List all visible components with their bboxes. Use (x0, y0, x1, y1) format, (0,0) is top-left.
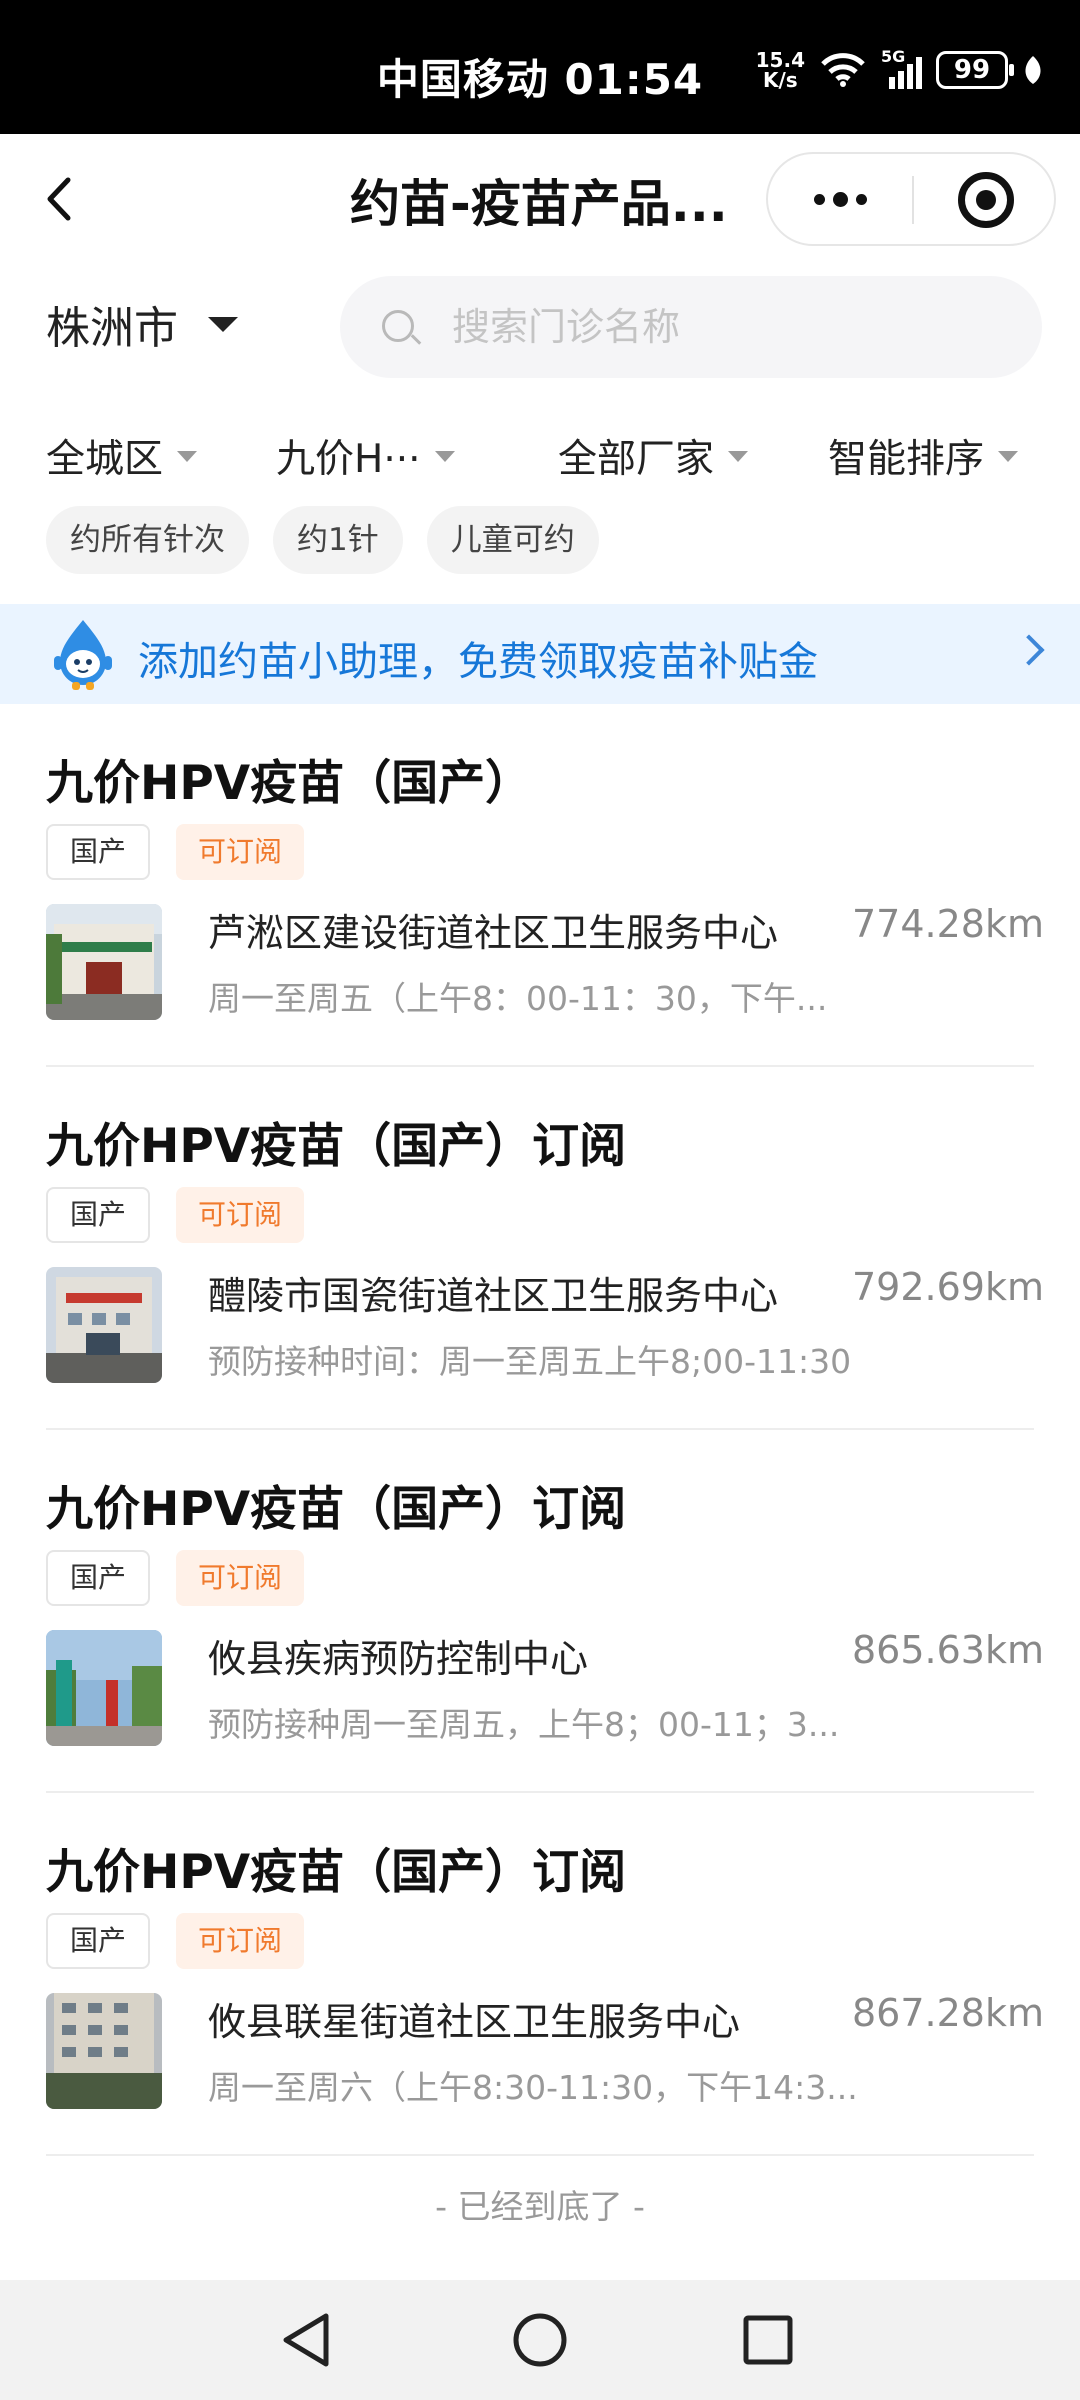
clinic-distance: 867.28km (852, 1991, 1044, 2035)
tag-domestic: 国产 (46, 1913, 151, 1969)
assistant-banner[interactable]: 添加约苗小助理，免费领取疫苗补贴金 (0, 604, 1080, 704)
clinic-name: 攸县联星街道社区卫生服务中心 (208, 2000, 741, 2044)
clinic-distance: 792.69km (852, 1265, 1044, 1309)
clinic-photo (46, 904, 162, 1020)
mascot-icon (54, 620, 112, 690)
filter-bar: 全城区 九价H··· 全部厂家 智能排序 (0, 428, 1080, 488)
status-bar: 中国移动 01:54 15.4 K/s 5G 99 (0, 0, 1080, 134)
chip-children[interactable]: 儿童可约 (426, 506, 599, 574)
clinic-distance: 774.28km (852, 902, 1044, 946)
caret-down-icon (434, 450, 455, 462)
caret-down-icon (998, 450, 1019, 462)
vaccine-title: 九价HPV疫苗（国产） (46, 756, 533, 811)
leaf-icon (1025, 56, 1041, 84)
vaccine-title: 九价HPV疫苗（国产）订阅 (46, 1845, 627, 1900)
filter-label: 全城区 (46, 437, 164, 482)
tag-subscribable: 可订阅 (176, 824, 305, 880)
tag-subscribable: 可订阅 (176, 1913, 305, 1969)
clinic-distance: 865.63km (852, 1628, 1044, 1672)
filter-vaccine[interactable]: 九价H··· (276, 428, 455, 484)
network-type: 5G (881, 47, 906, 66)
capsule-divider (912, 176, 914, 224)
filter-label: 智能排序 (828, 437, 985, 482)
more-icon (813, 193, 825, 205)
clinic-photo (46, 1630, 162, 1746)
page-title: 约苗-疫苗产品... (350, 175, 728, 233)
vaccine-title: 九价HPV疫苗（国产）订阅 (46, 1482, 627, 1537)
end-of-list-text: - 已经到底了 - (435, 2187, 645, 2226)
status-icons: 15.4 K/s 5G 99 (756, 47, 1044, 90)
net-speed-value: 15.4 (755, 48, 805, 72)
clinic-name: 攸县疾病预防控制中心 (208, 1637, 589, 1681)
page: 中国移动 01:54 15.4 K/s 5G 99 约苗-疫苗产品... 株洲市… (0, 0, 1080, 2400)
quick-filter-chips: 约所有针次 约1针 儿童可约 (46, 506, 599, 574)
signal-icon: 5G (881, 47, 922, 89)
more-button[interactable] (768, 154, 912, 244)
back-triangle-icon[interactable] (272, 2304, 344, 2376)
divider (46, 2154, 1034, 2156)
search-icon (382, 310, 414, 342)
clinic-name: 芦淞区建设街道社区卫生服务中心 (208, 911, 779, 955)
filter-manufacturer[interactable]: 全部厂家 (558, 428, 749, 484)
tag-domestic: 国产 (46, 824, 151, 880)
city-selector[interactable]: 株洲市 (46, 292, 238, 356)
search-input[interactable] (452, 300, 1012, 354)
back-button[interactable] (36, 174, 86, 224)
vaccine-card[interactable]: 九价HPV疫苗（国产）订阅 国产 可订阅 攸县疾病预防控制中心 865.63km… (0, 1430, 1080, 1793)
vaccine-title: 九价HPV疫苗（国产）订阅 (46, 1119, 627, 1174)
tag-domestic: 国产 (46, 1550, 151, 1606)
vaccine-card[interactable]: 九价HPV疫苗（国产）订阅 国产 可订阅 醴陵市国瓷街道社区卫生服务中心 792… (0, 1067, 1080, 1430)
city-label: 株洲市 (46, 303, 178, 354)
banner-text: 添加约苗小助理，免费领取疫苗补贴金 (138, 639, 818, 685)
chevron-right-icon (1013, 634, 1045, 666)
tag-subscribable: 可订阅 (176, 1550, 305, 1606)
clinic-photo (46, 1267, 162, 1383)
recents-square-icon[interactable] (732, 2304, 804, 2376)
search-box[interactable] (340, 276, 1042, 378)
clinic-photo (46, 1993, 162, 2109)
vaccine-card[interactable]: 九价HPV疫苗（国产）订阅 国产 可订阅 攸县联星街道社区卫生服务中心 867.… (0, 1793, 1080, 2156)
battery-icon: 99 (936, 51, 1014, 89)
chip-one-dose[interactable]: 约1针 (273, 506, 403, 574)
caret-down-icon (728, 450, 749, 462)
tag-domestic: 国产 (46, 1187, 151, 1243)
clinic-hours: 周一至周五（上午8：00-11：30，下午... (208, 979, 828, 1018)
chip-all-doses[interactable]: 约所有针次 (46, 506, 249, 574)
clinic-hours: 周一至周六（上午8:30-11:30，下午14:3... (208, 2068, 858, 2107)
filter-sort[interactable]: 智能排序 (828, 428, 1019, 484)
vaccine-card[interactable]: 九价HPV疫苗（国产） 国产 可订阅 芦淞区建设街道社区卫生服务中心 774.2… (0, 704, 1080, 1067)
home-circle-icon[interactable] (504, 2304, 576, 2376)
caret-down-icon (208, 316, 238, 332)
caret-down-icon (177, 450, 198, 462)
system-nav-bar (0, 2280, 1080, 2400)
filter-district[interactable]: 全城区 (46, 428, 198, 484)
tag-subscribable: 可订阅 (176, 1187, 305, 1243)
battery-level: 99 (953, 55, 991, 85)
net-speed-unit: K/s (762, 68, 798, 92)
wifi-icon (821, 53, 865, 87)
clinic-name: 醴陵市国瓷街道社区卫生服务中心 (208, 1274, 779, 1318)
filter-label: 九价H··· (276, 437, 421, 482)
net-speed: 15.4 K/s (756, 50, 805, 90)
clinic-hours: 预防接种时间：周一至周五上午8;00-11:30 (208, 1342, 852, 1381)
filter-label: 全部厂家 (558, 437, 715, 482)
miniapp-capsule (766, 152, 1056, 246)
clinic-hours: 预防接种周一至周五，上午8；00-11；3... (208, 1705, 840, 1744)
nav-bar: 约苗-疫苗产品... (0, 134, 1080, 264)
close-miniapp-button[interactable] (958, 172, 1014, 228)
